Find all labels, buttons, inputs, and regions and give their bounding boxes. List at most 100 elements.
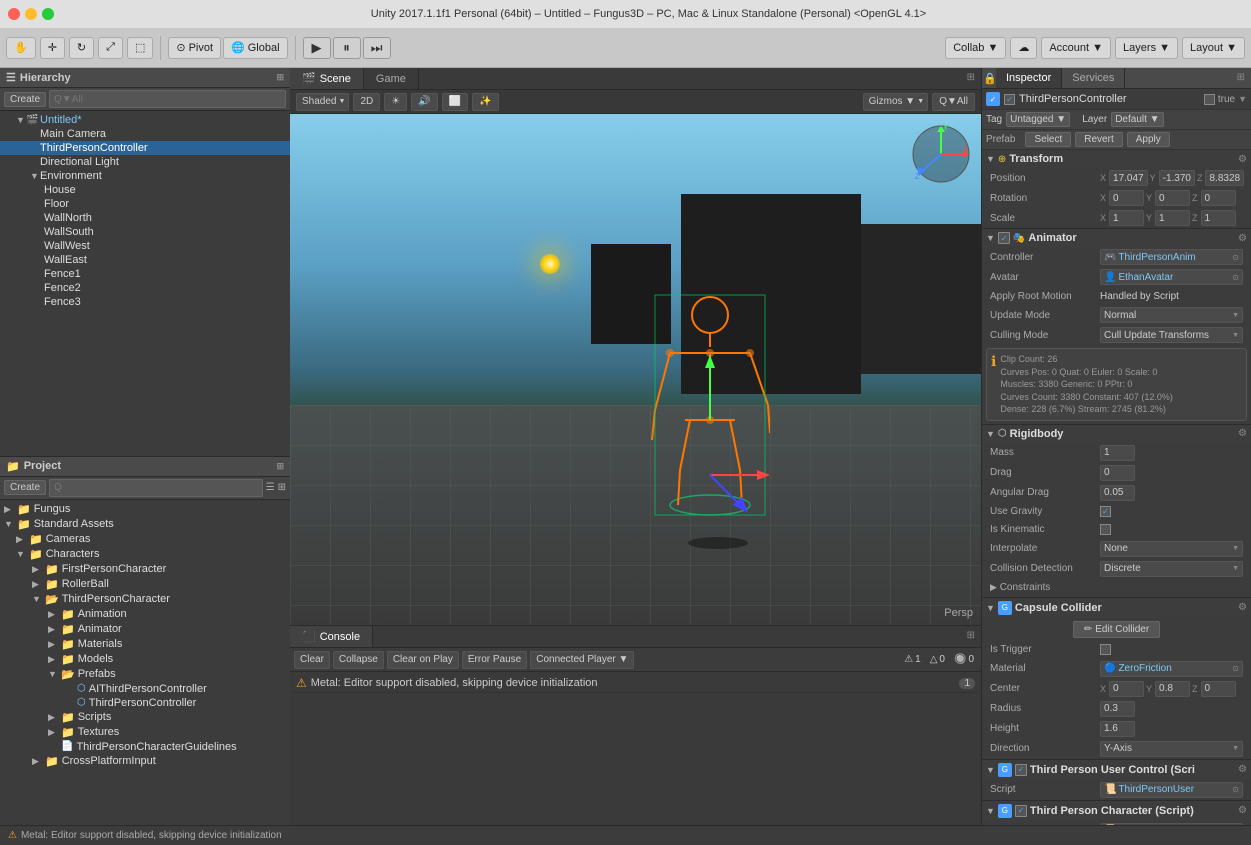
- animator-enable-checkbox[interactable]: ✓: [998, 232, 1010, 244]
- project-item-materials[interactable]: ▶ 📁 Materials: [0, 637, 290, 652]
- project-grid-icon[interactable]: ⊞: [278, 482, 286, 493]
- project-item-thirdpersoncharacter[interactable]: ▼ 📂 ThirdPersonCharacter: [0, 592, 290, 607]
- is-trigger-checkbox[interactable]: [1100, 644, 1111, 655]
- hierarchy-item-environment[interactable]: ▼ Environment: [0, 169, 290, 183]
- capsule-collider-settings-icon[interactable]: ⚙: [1238, 602, 1247, 613]
- scene-search-btn[interactable]: Q▼All: [932, 93, 975, 111]
- position-x-field[interactable]: 17.047: [1109, 170, 1148, 186]
- account-button[interactable]: Account ▼: [1041, 37, 1111, 59]
- angular-drag-field[interactable]: 0.05: [1100, 485, 1135, 501]
- project-item-thirdpersoncontroller-prefab[interactable]: ⬡ ThirdPersonController: [0, 696, 290, 710]
- transform-settings-icon[interactable]: ⚙: [1238, 154, 1247, 165]
- project-create-button[interactable]: Create: [4, 480, 46, 495]
- hierarchy-item-wallsouth[interactable]: WallSouth: [0, 225, 290, 239]
- console-error-pause-button[interactable]: Error Pause: [462, 651, 527, 669]
- effects-btn[interactable]: ✨: [472, 93, 498, 111]
- static-checkbox[interactable]: [1204, 94, 1215, 105]
- radius-field[interactable]: 0.3: [1100, 701, 1135, 717]
- project-list-icon[interactable]: ☰: [266, 482, 275, 493]
- height-field[interactable]: 1.6: [1100, 721, 1135, 737]
- rotation-x-field[interactable]: 0: [1109, 190, 1144, 206]
- center-x-field[interactable]: 0: [1109, 681, 1144, 697]
- component-enable-checkbox[interactable]: ✓: [1004, 94, 1015, 105]
- prefab-select-button[interactable]: Select: [1025, 132, 1071, 147]
- rotate-tool-button[interactable]: ↻: [69, 37, 94, 59]
- hierarchy-item-directional-light[interactable]: Directional Light: [0, 155, 290, 169]
- project-item-animator[interactable]: ▶ 📁 Animator: [0, 622, 290, 637]
- tpc-settings-icon[interactable]: ⚙: [1238, 805, 1247, 816]
- shaded-dropdown[interactable]: Shaded: [296, 93, 349, 111]
- step-button[interactable]: ⏭: [363, 37, 391, 59]
- project-item-thirdpersoncharguidelines[interactable]: 📄 ThirdPersonCharacterGuidelines: [0, 740, 290, 754]
- project-item-scripts[interactable]: ▶ 📁 Scripts: [0, 710, 290, 725]
- tab-inspector[interactable]: Inspector: [996, 68, 1062, 88]
- scale-x-field[interactable]: 1: [1109, 210, 1144, 226]
- position-z-field[interactable]: 8.8328: [1205, 170, 1244, 186]
- prefab-revert-button[interactable]: Revert: [1075, 132, 1122, 147]
- project-item-firstpersoncharacter[interactable]: ▶ 📁 FirstPersonCharacter: [0, 562, 290, 577]
- project-item-animation[interactable]: ▶ 📁 Animation: [0, 607, 290, 622]
- center-y-field[interactable]: 0.8: [1155, 681, 1190, 697]
- 2d-button[interactable]: 2D: [353, 93, 380, 111]
- scale-z-field[interactable]: 1: [1201, 210, 1236, 226]
- rect-tool-button[interactable]: ⬚: [127, 37, 153, 59]
- rigidbody-header[interactable]: ▼ ⬡ Rigidbody ⚙: [982, 425, 1251, 443]
- hierarchy-item-main-camera[interactable]: Main Camera: [0, 127, 290, 141]
- hierarchy-create-button[interactable]: Create: [4, 92, 46, 107]
- position-y-field[interactable]: -1.370: [1159, 170, 1195, 186]
- gizmos-dropdown[interactable]: Gizmos ▼: [863, 93, 929, 111]
- material-field[interactable]: 🔵 ZeroFriction ⊙: [1100, 661, 1243, 677]
- project-item-fungus[interactable]: ▶ 📁 Fungus: [0, 502, 290, 517]
- tab-console[interactable]: ⬛ Console: [290, 626, 373, 647]
- direction-select[interactable]: Y-Axis: [1100, 741, 1243, 757]
- project-item-textures[interactable]: ▶ 📁 Textures: [0, 725, 290, 740]
- console-connected-player-button[interactable]: Connected Player ▼: [530, 651, 634, 669]
- hierarchy-item-fence2[interactable]: Fence2: [0, 281, 290, 295]
- project-item-standard-assets[interactable]: ▼ 📁 Standard Assets: [0, 517, 290, 532]
- hand-tool-button[interactable]: ✋: [6, 37, 36, 59]
- scene-viewport[interactable]: Y X Z Persp: [290, 114, 981, 625]
- rotation-z-field[interactable]: 0: [1201, 190, 1236, 206]
- capsule-collider-header[interactable]: ▼ G Capsule Collider ⚙: [982, 598, 1251, 618]
- tag-select[interactable]: Untagged ▼: [1006, 112, 1070, 127]
- project-item-characters[interactable]: ▼ 📁 Characters: [0, 547, 290, 562]
- hierarchy-item-fence1[interactable]: Fence1: [0, 267, 290, 281]
- sun-icon-btn[interactable]: ☀: [384, 93, 407, 111]
- rigidbody-settings-icon[interactable]: ⚙: [1238, 428, 1247, 439]
- hierarchy-search-input[interactable]: [49, 90, 286, 108]
- collision-detection-select[interactable]: Discrete: [1100, 561, 1243, 577]
- transform-header[interactable]: ▼ ⊕ Transform ⚙: [982, 150, 1251, 168]
- minimize-button[interactable]: [25, 8, 37, 20]
- console-panel-menu[interactable]: ⊞: [961, 626, 981, 647]
- move-tool-button[interactable]: ✛: [40, 37, 65, 59]
- hierarchy-item-thirdpersoncontroller[interactable]: ThirdPersonController: [0, 141, 290, 155]
- center-z-field[interactable]: 0: [1201, 681, 1236, 697]
- hierarchy-item-house[interactable]: House: [0, 183, 290, 197]
- animator-settings-icon[interactable]: ⚙: [1238, 233, 1247, 244]
- project-item-prefabs[interactable]: ▼ 📂 Prefabs: [0, 667, 290, 682]
- pivot-button[interactable]: ⊙ Pivot: [168, 37, 221, 59]
- tpc-header[interactable]: ▼ G ✓ Third Person Character (Script) ⚙: [982, 801, 1251, 821]
- console-clear-button[interactable]: Clear: [294, 651, 330, 669]
- global-button[interactable]: 🌐 Global: [223, 37, 288, 59]
- maximize-button[interactable]: [42, 8, 54, 20]
- edit-collider-button[interactable]: ✏ Edit Collider: [1073, 621, 1160, 638]
- pause-button[interactable]: ⏸: [333, 37, 361, 59]
- avatar-field[interactable]: 👤 EthanAvatar ⊙: [1100, 269, 1243, 285]
- screen-icon-btn[interactable]: ⬜: [442, 93, 468, 111]
- hierarchy-item-fence3[interactable]: Fence3: [0, 295, 290, 309]
- hierarchy-item-walleast[interactable]: WallEast: [0, 253, 290, 267]
- third-person-user-control-header[interactable]: ▼ G ✓ Third Person User Control (Scri ⚙: [982, 760, 1251, 780]
- controller-field[interactable]: 🎮 ThirdPersonAnim ⊙: [1100, 249, 1243, 265]
- update-mode-select[interactable]: Normal: [1100, 307, 1243, 323]
- layout-button[interactable]: Layout ▼: [1182, 37, 1245, 59]
- prefab-apply-button[interactable]: Apply: [1127, 132, 1170, 147]
- tab-scene[interactable]: 🎬 Scene: [290, 68, 364, 89]
- project-item-rollerball[interactable]: ▶ 📁 RollerBall: [0, 577, 290, 592]
- tpuc-settings-icon[interactable]: ⚙: [1238, 764, 1247, 775]
- console-collapse-button[interactable]: Collapse: [333, 651, 384, 669]
- inspector-panel-menu[interactable]: ⊞: [1231, 68, 1251, 88]
- hierarchy-item-untitled[interactable]: ▼ 🎬 Untitled*: [0, 113, 290, 127]
- tpuc-enable-checkbox[interactable]: ✓: [1015, 764, 1027, 776]
- scale-y-field[interactable]: 1: [1155, 210, 1190, 226]
